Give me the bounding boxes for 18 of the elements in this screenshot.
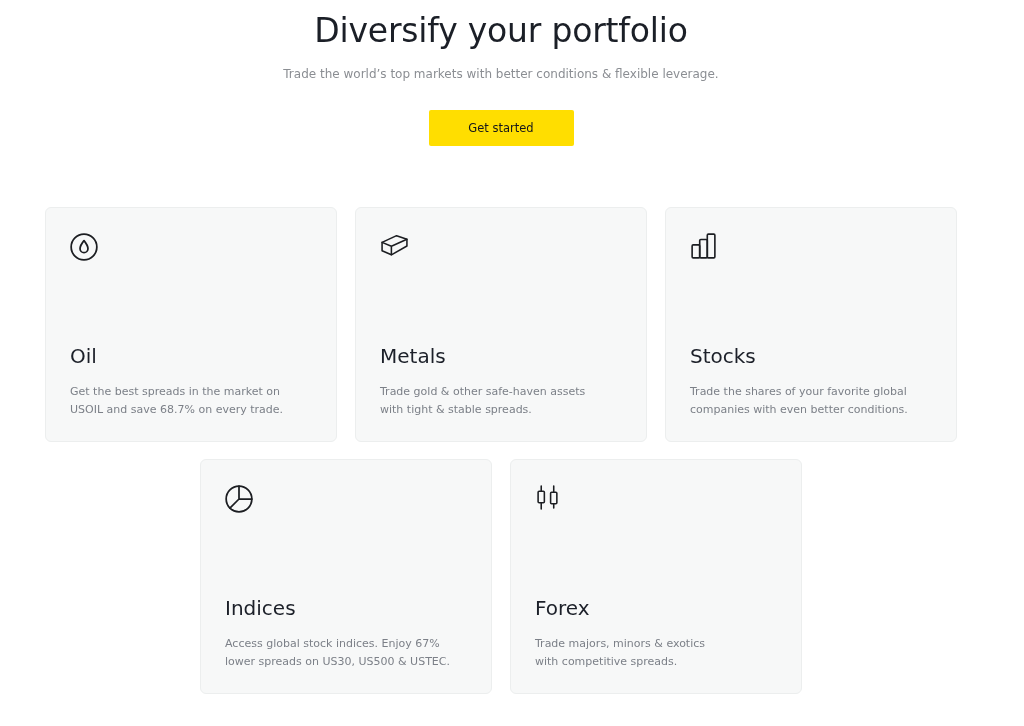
bar-chart-icon <box>690 233 717 259</box>
droplet-icon <box>70 233 98 261</box>
page-subtitle: Trade the world’s top markets with better conditions & flexible leverage. <box>283 66 719 83</box>
market-description: Get the best spreads in the market on USOIL and save 68.7% on every trade. <box>70 384 284 418</box>
market-title: Oil <box>70 343 97 369</box>
candlestick-icon <box>535 485 561 510</box>
market-description: Access global stock indices. Enjoy 67% lower spreads on US30, US500 & USTEC. <box>225 636 450 670</box>
ingot-icon <box>380 233 409 258</box>
market-description: Trade majors, minors & exotics with competitive spreads. <box>535 636 706 670</box>
pie-chart-icon <box>225 485 253 513</box>
get-started-button[interactable]: Get started <box>428 110 574 146</box>
market-description: Trade the shares of your favorite global companies with even better conditions. <box>690 384 908 418</box>
market-title: Metals <box>380 343 446 369</box>
market-title: Indices <box>225 595 296 621</box>
page-title: Diversify your portfolio <box>314 11 688 51</box>
market-title: Forex <box>535 595 590 621</box>
market-description: Trade gold & other safe-haven assets with tight & stable spreads. <box>380 384 586 418</box>
market-title: Stocks <box>690 343 756 369</box>
